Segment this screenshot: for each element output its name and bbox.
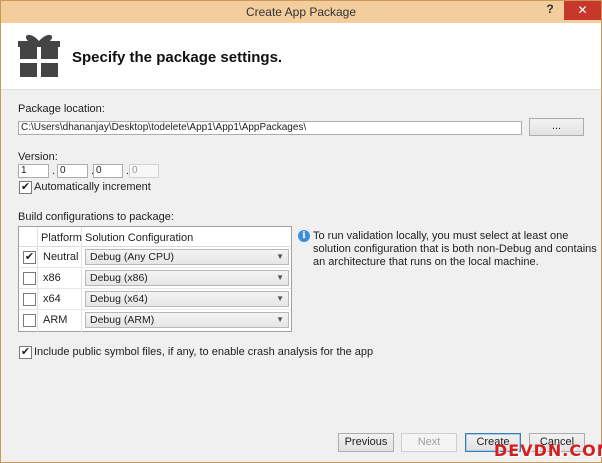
version-label: Version: — [18, 151, 58, 163]
next-button-label: Next — [417, 436, 441, 448]
chevron-down-icon: ▼ — [276, 294, 284, 303]
platform-name: Neutral — [43, 251, 79, 263]
dialog-header: Specify the package settings. — [1, 23, 601, 90]
configuration-dropdown[interactable]: Debug (ARM) ▼ — [85, 312, 289, 328]
help-button[interactable]: ? — [537, 2, 563, 20]
include-symbols-checkbox[interactable]: ✔ — [19, 346, 32, 359]
build-configurations-table: Platform Solution Configuration ✔ Neutra… — [18, 226, 292, 332]
next-button: Next — [401, 433, 457, 452]
previous-button[interactable]: Previous — [338, 433, 394, 452]
previous-button-label: Previous — [344, 436, 388, 448]
configuration-dropdown[interactable]: Debug (x86) ▼ — [85, 270, 289, 286]
validation-info-text: To run validation locally, you must sele… — [313, 230, 597, 268]
chevron-down-icon: ▼ — [276, 315, 284, 324]
version-minor-field[interactable]: 0 — [57, 164, 88, 178]
chevron-down-icon: ▼ — [276, 273, 284, 282]
watermark-text: DEVDN.COM — [494, 441, 602, 460]
platform-checkbox-arm[interactable] — [23, 314, 36, 327]
create-app-package-dialog: Create App Package ? ✕ Specify the packa… — [0, 0, 602, 463]
column-header-solution-configuration: Solution Configuration — [85, 232, 194, 244]
close-button[interactable]: ✕ — [564, 1, 601, 20]
page-heading: Specify the package settings. — [72, 49, 283, 66]
window-title: Create App Package — [245, 5, 357, 19]
configuration-value: Debug (ARM) — [90, 314, 155, 326]
table-row: ARM Debug (ARM) ▼ — [19, 310, 291, 331]
platform-name: x86 — [43, 272, 61, 284]
configuration-dropdown[interactable]: Debug (Any CPU) ▼ — [85, 249, 289, 265]
configuration-value: Debug (Any CPU) — [90, 251, 175, 263]
configuration-value: Debug (x64) — [90, 293, 148, 305]
auto-increment-checkbox[interactable]: ✔ — [19, 181, 32, 194]
configuration-dropdown[interactable]: Debug (x64) ▼ — [85, 291, 289, 307]
platform-name: ARM — [43, 314, 68, 326]
platform-name: x64 — [43, 293, 61, 305]
platform-checkbox-neutral[interactable]: ✔ — [23, 251, 36, 264]
version-major-field[interactable]: 1 — [18, 164, 49, 178]
title-bar: Create App Package ? ✕ — [1, 1, 601, 23]
platform-checkbox-x86[interactable] — [23, 272, 36, 285]
platform-checkbox-x64[interactable] — [23, 293, 36, 306]
package-location-label: Package location: — [18, 103, 105, 115]
version-separator: . — [52, 165, 56, 177]
chevron-down-icon: ▼ — [276, 252, 284, 261]
version-revision-field: 0 — [129, 164, 159, 178]
info-icon: i — [298, 230, 310, 242]
table-row: x64 Debug (x64) ▼ — [19, 289, 291, 310]
include-symbols-label: Include public symbol files, if any, to … — [34, 346, 374, 358]
auto-increment-label: Automatically increment — [34, 181, 151, 193]
table-row: ✔ Neutral Debug (Any CPU) ▼ — [19, 247, 291, 268]
package-location-field[interactable]: C:\Users\dhananjay\Desktop\todelete\App1… — [18, 121, 522, 135]
configuration-value: Debug (x86) — [90, 272, 148, 284]
browse-button[interactable]: ... — [529, 118, 584, 136]
package-gift-icon — [18, 31, 60, 82]
version-build-field[interactable]: 0 — [93, 164, 123, 178]
table-row: x86 Debug (x86) ▼ — [19, 268, 291, 289]
table-header: Platform Solution Configuration — [19, 227, 291, 332]
build-configurations-label: Build configurations to package: — [18, 211, 174, 223]
column-header-platform: Platform — [41, 232, 82, 244]
